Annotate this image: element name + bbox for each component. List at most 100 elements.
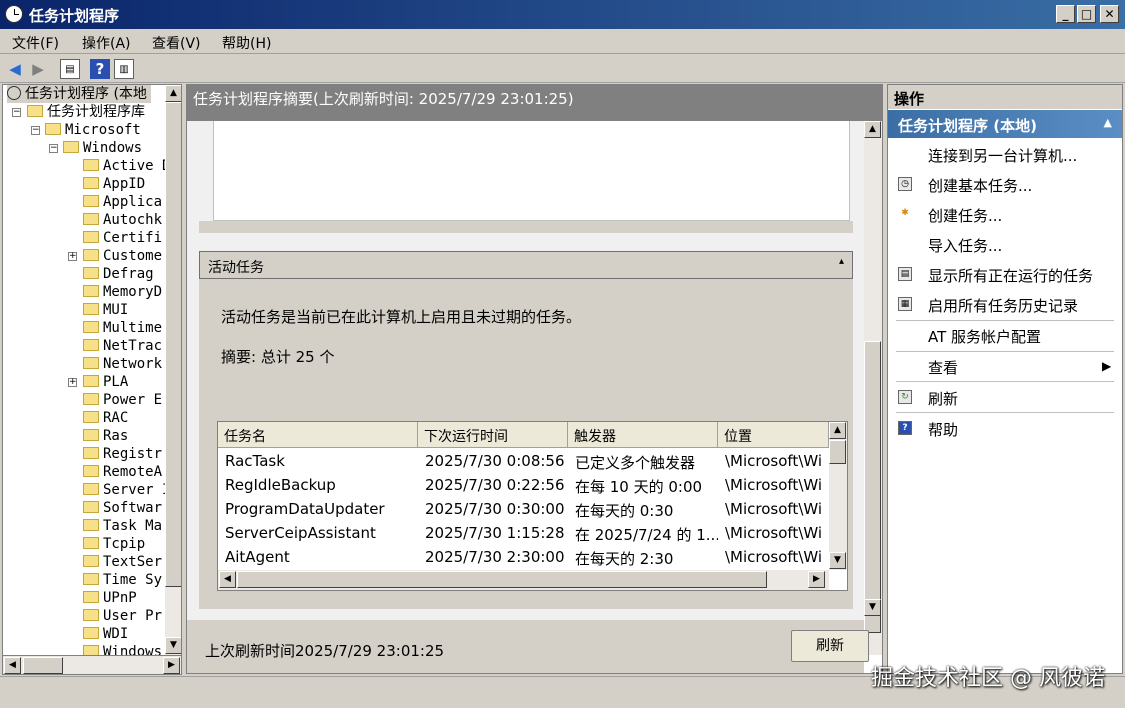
tree-folder[interactable]: Server I [83,481,170,499]
forward-arrow-icon[interactable]: ▶ [28,59,48,79]
menu-view[interactable]: 查看(V) [152,33,201,53]
tree-root[interactable]: 任务计划程序 (本地 [7,85,151,103]
tree-folder[interactable]: Autochk [83,211,162,229]
tree-folder[interactable]: Power E [83,391,162,409]
tree-folder[interactable]: AppID [83,175,145,193]
tree-folder[interactable]: MemoryD [83,283,162,301]
tree-folder[interactable]: MUI [83,301,128,319]
table-vertical-scrollbar[interactable]: ▲ ▼ [829,422,847,570]
table-cell[interactable]: RacTask [225,452,415,470]
tree-folder[interactable]: Ras [83,427,128,445]
active-tasks-header[interactable]: 活动任务 ▴ [199,251,853,279]
action-import-task[interactable]: 导入任务... [928,235,1002,256]
menu-file[interactable]: 文件(F) [12,33,59,53]
menu-help[interactable]: 帮助(H) [222,33,271,53]
tree-folder[interactable]: Active D [83,157,170,175]
collapse-icon[interactable]: − [49,144,58,153]
scroll-up-icon[interactable]: ▲ [864,121,881,138]
action-create-basic-task[interactable]: 创建基本任务... [928,175,1032,196]
actions-section-header[interactable]: 任务计划程序 (本地) ▲ [888,110,1122,138]
maximize-button[interactable]: □ [1077,5,1096,23]
tree-folder[interactable]: RemoteA [83,463,162,481]
column-header-trigger[interactable]: 触发器 [568,422,718,448]
tree-folder[interactable]: Registr [83,445,162,463]
table-cell[interactable]: 2025/7/30 2:30:00 [425,548,570,566]
table-cell[interactable]: ProgramDataUpdater [225,500,415,518]
scroll-thumb[interactable] [864,341,881,633]
show-hide-console-tree-icon[interactable]: ▤ [60,59,80,79]
tree-folder[interactable]: Multime [83,319,162,337]
tree-folder[interactable]: PLA [83,373,128,391]
tree-folder[interactable]: Softwar [83,499,162,517]
table-cell[interactable]: 2025/7/30 0:22:56 [425,476,570,494]
table-cell[interactable]: 在每天的 2:30 [575,548,718,569]
scroll-left-icon[interactable]: ◀ [4,657,21,674]
tree-vertical-scrollbar[interactable]: ▲ ▼ [165,85,181,657]
scroll-down-icon[interactable]: ▼ [165,637,181,654]
action-enable-history[interactable]: 启用所有任务历史记录 [928,295,1078,316]
table-cell[interactable]: 已定义多个触发器 [575,452,718,473]
table-cell[interactable]: \Microsoft\Wi [725,452,828,470]
tree-folder[interactable]: TextSer [83,553,162,571]
tree-item-microsoft[interactable]: Microsoft [45,121,141,139]
tree-folder[interactable]: Time Sy [83,571,162,589]
tree-folder[interactable]: RAC [83,409,128,427]
scroll-right-icon[interactable]: ▶ [163,657,180,674]
tree-folder[interactable]: Defrag [83,265,154,283]
collapse-icon[interactable]: − [12,108,21,117]
table-cell[interactable]: AitAgent [225,548,415,566]
tree-item-library[interactable]: 任务计划程序库 [27,103,145,121]
scroll-up-icon[interactable]: ▲ [829,422,846,439]
table-cell[interactable]: \Microsoft\Wi [725,500,828,518]
action-create-task[interactable]: 创建任务... [928,205,1002,226]
scroll-up-icon[interactable]: ▲ [165,85,181,102]
back-arrow-icon[interactable]: ◀ [5,59,25,79]
tree-folder[interactable]: Tcpip [83,535,145,553]
table-horizontal-scrollbar[interactable]: ◀ ▶ [218,570,829,590]
action-show-running[interactable]: 显示所有正在运行的任务 [928,265,1093,286]
center-vertical-scrollbar[interactable]: ▲ ▼ [864,121,882,655]
action-at-config[interactable]: AT 服务帐户配置 [928,326,1041,347]
table-cell[interactable]: \Microsoft\Wi [725,476,828,494]
tree-folder[interactable]: Certifi [83,229,162,247]
collapse-chevron-icon[interactable]: ▲ [1104,116,1112,129]
table-cell[interactable]: \Microsoft\Wi [725,524,828,542]
scroll-down-icon[interactable]: ▼ [829,552,846,569]
column-header-next-run[interactable]: 下次运行时间 [418,422,568,448]
table-cell[interactable]: 2025/7/30 0:30:00 [425,500,570,518]
show-hide-action-pane-icon[interactable]: ▥ [114,59,134,79]
scroll-down-icon[interactable]: ▼ [864,599,881,616]
scroll-thumb[interactable] [23,657,63,674]
help-icon[interactable]: ? [90,59,110,79]
action-connect[interactable]: 连接到另一台计算机... [928,145,1077,166]
expand-icon[interactable]: + [68,252,77,261]
tree-folder[interactable]: Task Ma [83,517,162,535]
tree-folder[interactable]: Applica [83,193,162,211]
action-view[interactable]: 查看 [928,357,958,378]
action-refresh[interactable]: 刷新 [928,388,958,409]
scroll-thumb[interactable] [165,102,181,587]
close-button[interactable]: ✕ [1100,5,1119,23]
column-header-location[interactable]: 位置 [718,422,829,448]
table-cell[interactable]: 在 2025/7/24 的 1... [575,524,718,545]
table-cell[interactable]: RegIdleBackup [225,476,415,494]
collapse-chevron-icon[interactable]: ▴ [839,256,844,267]
scroll-right-icon[interactable]: ▶ [808,571,825,588]
tree-folder[interactable]: User Pr [83,607,162,625]
tree-folder[interactable]: WDI [83,625,128,643]
tree-folder[interactable]: Custome [83,247,162,265]
scroll-left-icon[interactable]: ◀ [219,571,236,588]
tree-horizontal-scrollbar[interactable]: ◀ ▶ [2,655,182,675]
tree-folder[interactable]: UPnP [83,589,137,607]
collapse-icon[interactable]: − [31,126,40,135]
table-cell[interactable]: 在每天的 0:30 [575,500,718,521]
table-cell[interactable]: 在每 10 天的 0:00 [575,476,718,497]
column-header-task-name[interactable]: 任务名 [218,422,418,448]
refresh-button[interactable]: 刷新 [791,630,869,662]
scroll-thumb[interactable] [237,571,767,588]
table-cell[interactable]: \Microsoft\Wi [725,548,828,566]
action-help[interactable]: 帮助 [928,419,958,440]
scroll-thumb[interactable] [829,440,846,464]
tree-folder[interactable]: Network [83,355,162,373]
menu-action[interactable]: 操作(A) [82,33,131,53]
